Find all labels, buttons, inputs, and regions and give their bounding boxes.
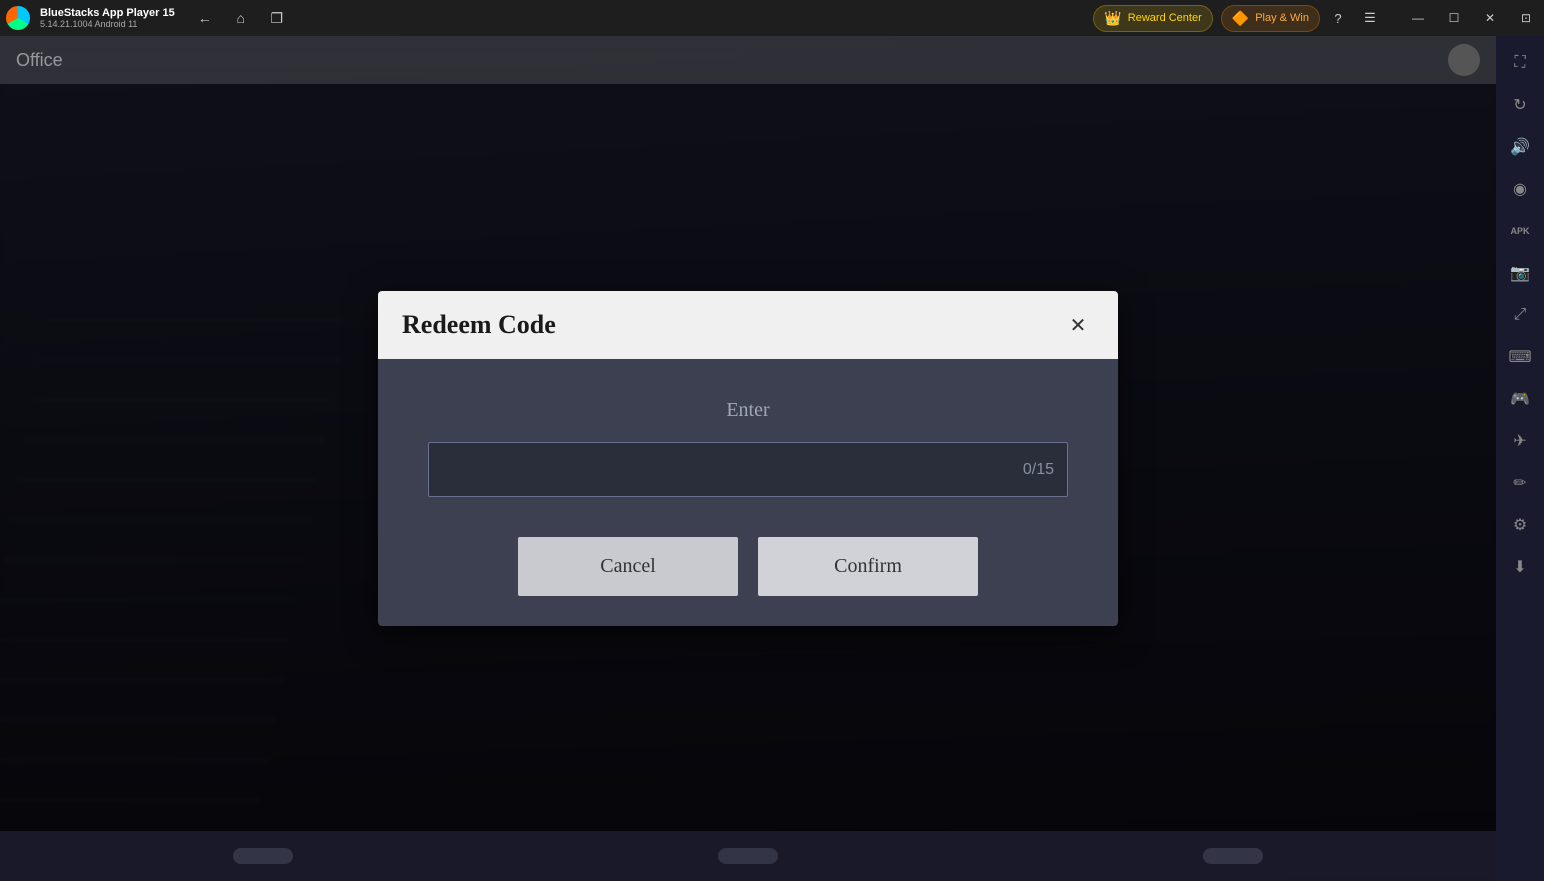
redeem-code-input[interactable]	[428, 442, 1068, 497]
download-sidebar-button[interactable]: ⬇	[1501, 548, 1539, 586]
redeem-code-dialog: Redeem Code ✕ Enter 0/15 Cancel Confirm	[378, 291, 1118, 626]
menu-button[interactable]: ☰	[1356, 4, 1384, 32]
copy-button[interactable]: ❐	[263, 4, 291, 32]
titlebar: BlueStacks App Player 15 5.14.21.1004 An…	[0, 0, 1544, 36]
logo-circle	[6, 6, 30, 30]
dialog-buttons: Cancel Confirm	[428, 537, 1068, 596]
titlebar-nav: ← ⌂ ❐	[175, 4, 291, 32]
char-count: 0/15	[1023, 461, 1054, 479]
reward-icon: 👑	[1104, 10, 1121, 27]
app-name-block: BlueStacks App Player 15 5.14.21.1004 An…	[36, 7, 175, 29]
expand-sidebar-button[interactable]: ⤢	[1501, 296, 1539, 334]
volume-sidebar-button[interactable]: 🔊	[1501, 128, 1539, 166]
restore-button[interactable]: ⊡	[1508, 0, 1544, 36]
play-win-button[interactable]: 🔶 Play & Win	[1221, 5, 1320, 32]
gamepad-sidebar-button[interactable]: 🎮	[1501, 380, 1539, 418]
right-sidebar: ⛶ ↻ 🔊 ◉ APK 📷 ⤢ ⌨ 🎮 ✈ ✏ ⚙ ⬇	[1496, 36, 1544, 881]
fullscreen-sidebar-button[interactable]: ⛶	[1501, 44, 1539, 82]
dialog-input-wrapper: 0/15	[428, 442, 1068, 497]
apk-sidebar-button[interactable]: APK	[1501, 212, 1539, 250]
close-button[interactable]: ✕	[1472, 0, 1508, 36]
dialog-header: Redeem Code ✕	[378, 291, 1118, 359]
home-button[interactable]: ⌂	[227, 4, 255, 32]
location-sidebar-button[interactable]: ✈	[1501, 422, 1539, 460]
maximize-button[interactable]: ☐	[1436, 0, 1472, 36]
dialog-body: Enter 0/15 Cancel Confirm	[378, 359, 1118, 626]
keyboard-sidebar-button[interactable]: ⌨	[1501, 338, 1539, 376]
confirm-button[interactable]: Confirm	[758, 537, 978, 596]
minimize-button[interactable]: —	[1400, 0, 1436, 36]
main-content: Office ✕ Redeem Code ✕ Enter 0/15 Cancel	[0, 36, 1496, 881]
play-win-icon: 🔶	[1232, 10, 1249, 27]
cancel-button[interactable]: Cancel	[518, 537, 738, 596]
app-version: 5.14.21.1004 Android 11	[40, 19, 175, 29]
reward-center-button[interactable]: 👑 Reward Center	[1093, 5, 1212, 32]
dialog-enter-label: Enter	[428, 399, 1068, 422]
app-name: BlueStacks App Player 15	[40, 7, 175, 19]
help-button[interactable]: ?	[1324, 4, 1352, 32]
camera-sidebar-button[interactable]: 📷	[1501, 254, 1539, 292]
app-logo	[0, 0, 36, 36]
settings-sidebar-button[interactable]: ⚙	[1501, 506, 1539, 544]
dialog-overlay: Redeem Code ✕ Enter 0/15 Cancel Confirm	[0, 36, 1496, 881]
play-win-label: Play & Win	[1255, 12, 1309, 24]
dialog-close-button[interactable]: ✕	[1062, 309, 1094, 341]
reward-center-label: Reward Center	[1128, 12, 1202, 24]
rotate-sidebar-button[interactable]: ↻	[1501, 86, 1539, 124]
dialog-title: Redeem Code	[402, 310, 556, 340]
back-button[interactable]: ←	[191, 4, 219, 32]
window-controls: — ☐ ✕ ⊡	[1400, 0, 1544, 36]
edit-sidebar-button[interactable]: ✏	[1501, 464, 1539, 502]
screenshot-sidebar-button[interactable]: ◉	[1501, 170, 1539, 208]
titlebar-actions: 👑 Reward Center 🔶 Play & Win ? ☰	[1093, 4, 1392, 32]
